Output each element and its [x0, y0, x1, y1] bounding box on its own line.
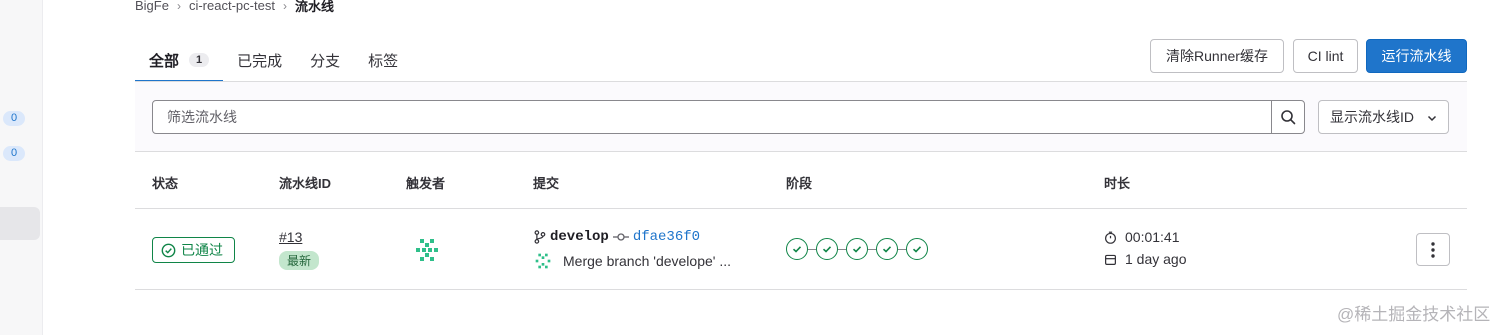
- tab-branches[interactable]: 分支: [296, 40, 354, 81]
- check-circle-icon: [161, 243, 176, 257]
- duration: 00:01:41: [1104, 229, 1180, 245]
- column-header-triggerer: 触发者: [406, 176, 446, 191]
- watermark: @稀土掘金技术社区: [1337, 305, 1491, 324]
- stage-passed-icon[interactable]: [876, 238, 898, 260]
- tab-tags[interactable]: 标签: [354, 40, 412, 81]
- kebab-menu-icon: [1431, 241, 1435, 258]
- clear-runner-cache-button[interactable]: 清除Runner缓存: [1150, 39, 1284, 73]
- stage-passed-icon[interactable]: [846, 238, 868, 260]
- tab-label: 已完成: [237, 53, 283, 70]
- breadcrumb-current[interactable]: 流水线: [295, 0, 334, 15]
- sidebar-count-badge: 0: [3, 146, 25, 161]
- stage-connector: [868, 248, 876, 250]
- commit-message[interactable]: Merge branch 'develope' ...: [533, 251, 731, 271]
- chevron-right-icon: ›: [282, 0, 287, 13]
- pipeline-stages: [786, 238, 928, 260]
- stage-passed-icon[interactable]: [906, 238, 928, 260]
- status-label: 已通过: [181, 242, 223, 258]
- stage-connector: [898, 248, 906, 250]
- tab-label: 分支: [310, 53, 341, 70]
- tab-all[interactable]: 全部 1: [135, 40, 224, 82]
- commit-author-avatar: [535, 253, 551, 269]
- pipeline-id-link[interactable]: #13: [279, 229, 302, 245]
- breadcrumb-project[interactable]: ci-react-pc-test: [189, 0, 275, 13]
- chevron-right-icon: ›: [176, 0, 181, 13]
- latest-badge: 最新: [279, 251, 320, 270]
- table-header-divider: [135, 208, 1467, 209]
- branch-name[interactable]: develop: [550, 229, 609, 245]
- filter-pipelines-input[interactable]: [152, 100, 1272, 134]
- tab-label: 全部: [149, 52, 180, 70]
- commit-sha-link[interactable]: dfae36f0: [633, 229, 700, 245]
- pipeline-id-type-dropdown[interactable]: 显示流水线ID: [1318, 100, 1449, 134]
- commit-message-text: Merge branch 'develope' ...: [563, 253, 731, 269]
- clock-icon: [1105, 231, 1116, 244]
- pipeline-scope-tabs: 全部 1 已完成 分支 标签: [135, 40, 412, 82]
- search-icon: [1281, 110, 1296, 125]
- left-sidebar: 0 0: [0, 0, 43, 335]
- column-header-commit: 提交: [533, 176, 560, 191]
- run-pipeline-button[interactable]: 运行流水线: [1366, 39, 1467, 73]
- table-row-divider: [135, 289, 1467, 290]
- finished-at: 1 day ago: [1104, 251, 1187, 267]
- stage-passed-icon[interactable]: [786, 238, 808, 260]
- stage-connector: [808, 248, 816, 250]
- calendar-icon: [1105, 254, 1116, 265]
- sidebar-count-badge: 0: [3, 111, 25, 126]
- ci-lint-button[interactable]: CI lint: [1293, 39, 1358, 73]
- tab-label: 标签: [368, 53, 399, 70]
- commit-icon: [612, 233, 629, 241]
- column-header-duration: 时长: [1104, 176, 1131, 191]
- column-header-stages: 阶段: [786, 176, 813, 191]
- stage-connector: [838, 248, 846, 250]
- column-header-status: 状态: [152, 176, 179, 191]
- chevron-down-icon: [1427, 115, 1437, 122]
- column-header-pipeline-id: 流水线ID: [279, 176, 332, 191]
- more-actions-button[interactable]: [1416, 233, 1450, 266]
- filter-bar: 显示流水线ID: [135, 82, 1467, 152]
- sidebar-active-item[interactable]: [0, 207, 40, 240]
- branch-icon: [534, 230, 546, 244]
- duration-value: 00:01:41: [1125, 229, 1180, 245]
- breadcrumb-group[interactable]: BigFe: [135, 0, 169, 13]
- breadcrumb: BigFe › ci-react-pc-test › 流水线: [135, 0, 334, 15]
- dropdown-label: 显示流水线ID: [1330, 109, 1414, 125]
- commit-ref: develop dfae36f0: [533, 229, 700, 245]
- stage-passed-icon[interactable]: [816, 238, 838, 260]
- tab-finished[interactable]: 已完成: [223, 40, 296, 81]
- tab-count-badge: 1: [189, 53, 210, 67]
- status-badge[interactable]: 已通过: [152, 237, 235, 263]
- finished-value: 1 day ago: [1125, 251, 1187, 267]
- triggerer-avatar[interactable]: [412, 235, 442, 265]
- search-button[interactable]: [1271, 100, 1305, 134]
